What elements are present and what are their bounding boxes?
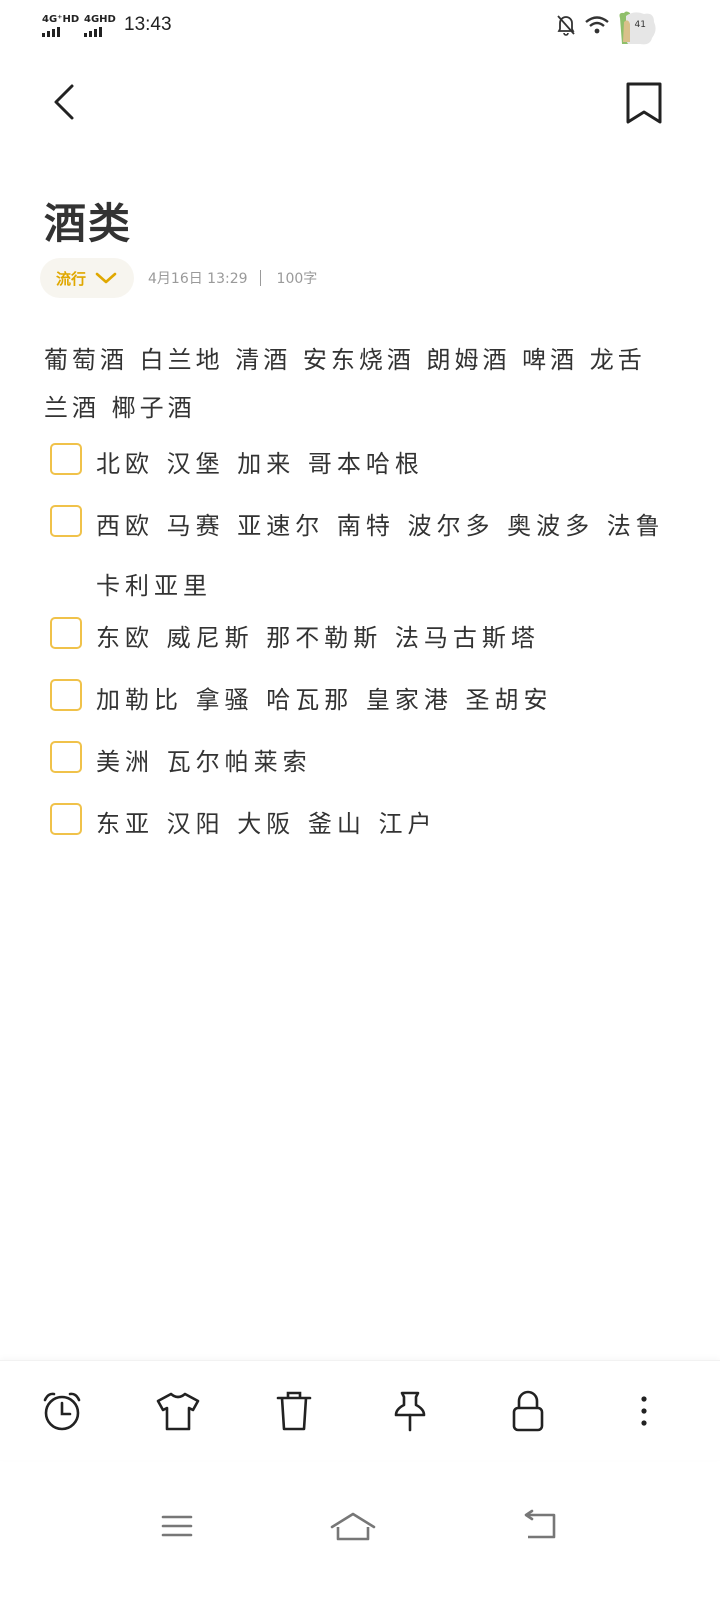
alarm-clock-icon	[43, 1392, 81, 1431]
trash-icon	[276, 1391, 312, 1431]
pin-icon	[394, 1391, 426, 1432]
more-icon	[641, 1396, 647, 1426]
bottom-toolbar	[0, 1360, 720, 1460]
checkbox[interactable]	[50, 679, 82, 711]
sim2-signal-icon: 4GHD	[84, 14, 116, 37]
note-title: 酒类	[44, 199, 133, 248]
bookmark-button[interactable]	[622, 80, 666, 126]
pin-button[interactable]	[386, 1387, 434, 1435]
checkbox[interactable]	[50, 505, 82, 537]
checkbox[interactable]	[50, 741, 82, 773]
clock: 13:43	[124, 14, 172, 35]
checklist-item-text[interactable]: 西欧 马赛 亚速尔 南特 波尔多 奥波多 法鲁卡利亚里	[96, 496, 666, 616]
checklist-item-text[interactable]: 北欧 汉堡 加来 哥本哈根	[96, 434, 666, 494]
home-icon	[330, 1512, 376, 1541]
delete-button[interactable]	[270, 1387, 318, 1435]
checklist-item-text[interactable]: 东亚 汉阳 大阪 釜山 江户	[96, 794, 666, 854]
system-nav-bar	[0, 1490, 720, 1570]
note-detail-screen: 4G⁺HD 4GHD 13:43 41 酒类 流行 4月16日 13:29 10…	[0, 0, 720, 1600]
home-button[interactable]	[328, 1506, 378, 1546]
sim1-label: 4G⁺HD	[42, 14, 80, 25]
bell-off-icon	[557, 15, 575, 36]
category-selector[interactable]: 流行	[40, 258, 135, 298]
lock-button[interactable]	[504, 1387, 552, 1435]
sim2-label: 4GHD	[84, 14, 116, 25]
checkbox[interactable]	[50, 617, 82, 649]
checklist-item-text[interactable]: 东欧 威尼斯 那不勒斯 法马古斯塔	[96, 608, 666, 668]
checklist-item-text[interactable]: 美洲 瓦尔帕莱索	[96, 732, 666, 792]
checkbox[interactable]	[50, 443, 82, 475]
checklist-item: 加勒比 拿骚 哈瓦那 皇家港 圣胡安	[50, 670, 670, 732]
back-icon	[524, 1509, 556, 1539]
checklist: 北欧 汉堡 加来 哥本哈根 西欧 马赛 亚速尔 南特 波尔多 奥波多 法鲁卡利亚…	[50, 434, 670, 856]
bookmark-icon	[626, 82, 662, 124]
status-icons	[556, 14, 610, 36]
note-body[interactable]: 葡萄酒 白兰地 清酒 安东烧酒 朗姆酒 啤酒 龙舌兰酒 椰子酒	[44, 336, 664, 432]
back-nav-button[interactable]	[514, 1506, 564, 1546]
category-label: 流行	[56, 269, 87, 288]
battery-level: 41	[634, 20, 646, 30]
checklist-item: 北欧 汉堡 加来 哥本哈根	[50, 434, 670, 496]
back-button[interactable]	[44, 80, 84, 124]
reminder-button[interactable]	[38, 1387, 86, 1435]
meta-divider	[259, 270, 261, 286]
checkbox[interactable]	[50, 803, 82, 835]
checklist-item-text[interactable]: 加勒比 拿骚 哈瓦那 皇家港 圣胡安	[96, 670, 666, 730]
chevron-left-icon	[54, 84, 74, 120]
checklist-item: 西欧 马赛 亚速尔 南特 波尔多 奥波多 法鲁卡利亚里	[50, 496, 670, 608]
wifi-icon	[585, 16, 609, 34]
status-bar: 4G⁺HD 4GHD 13:43 41	[0, 0, 720, 52]
note-date: 4月16日 13:29	[148, 271, 248, 287]
more-button[interactable]	[620, 1387, 668, 1435]
checklist-item: 美洲 瓦尔帕莱索	[50, 732, 670, 794]
note-meta: 流行 4月16日 13:29 100字	[40, 258, 317, 298]
word-count: 100字	[276, 271, 318, 287]
sim1-signal-icon: 4G⁺HD	[42, 14, 79, 37]
recents-button[interactable]	[152, 1506, 202, 1546]
menu-icon	[161, 1515, 193, 1537]
chevron-down-icon	[95, 272, 117, 284]
lock-icon	[512, 1390, 544, 1432]
theme-button[interactable]	[154, 1387, 202, 1435]
checklist-item: 东欧 威尼斯 那不勒斯 法马古斯塔	[50, 608, 670, 670]
checklist-item: 东亚 汉阳 大阪 釜山 江户	[50, 794, 670, 856]
shirt-icon	[156, 1392, 200, 1431]
